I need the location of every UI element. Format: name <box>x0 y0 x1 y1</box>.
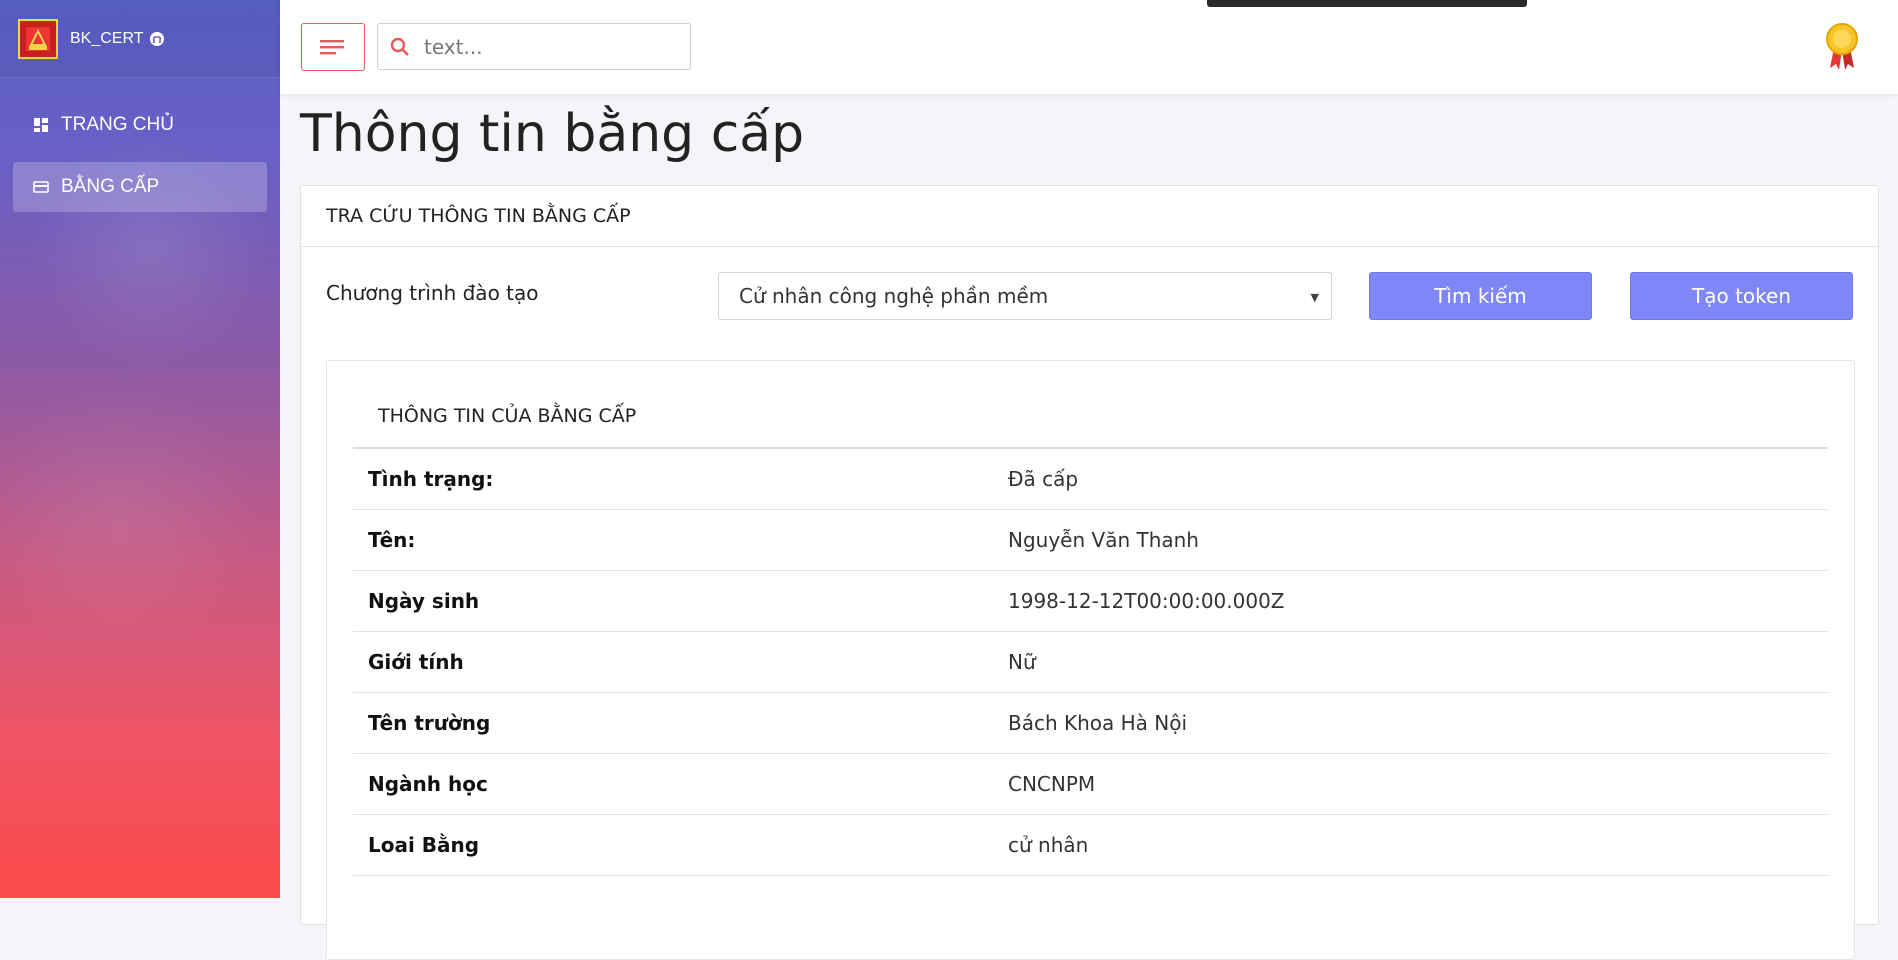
search-icon <box>390 37 409 56</box>
row-value: 1998-12-12T00:00:00.000Z <box>1008 589 1285 613</box>
search-input[interactable] <box>422 33 682 60</box>
row-value: Nữ <box>1008 650 1036 674</box>
dashboard-icon <box>33 117 49 133</box>
caret-down-icon: ▼ <box>1310 291 1319 304</box>
program-label: Chương trình đào tạo <box>326 281 539 305</box>
table-row: Tên trường Bách Khoa Hà Nội <box>353 693 1828 754</box>
certificate-info-table: Tình trạng: Đã cấp Tên: Nguyễn Văn Thanh… <box>353 447 1828 876</box>
row-value: Đã cấp <box>1008 467 1079 491</box>
row-value: CNCNPM <box>1008 772 1096 796</box>
sidebar-item-home[interactable]: TRANG CHỦ <box>13 100 267 150</box>
brand-name: BK_CERT <box>70 29 144 47</box>
row-value: cử nhân <box>1008 833 1089 857</box>
main-content: Thông tin bằng cấp TRA CỨU THÔNG TIN BẰN… <box>280 94 1898 960</box>
brand-header[interactable]: BK_CERT <box>0 0 280 78</box>
row-key: Ngày sinh <box>368 589 480 613</box>
lookup-card-header: TRA CỨU THÔNG TIN BẰNG CẤP <box>301 186 1878 247</box>
row-key: Ngành học <box>368 772 488 796</box>
table-row: Loai Bằng cử nhân <box>353 815 1828 876</box>
bach-khoa-logo-icon <box>18 18 58 59</box>
row-key: Tên: <box>368 528 416 552</box>
filter-row: Chương trình đào tạo Cử nhân công nghệ p… <box>301 247 1878 342</box>
row-value: Bách Khoa Hà Nội <box>1008 711 1188 735</box>
table-row: Tình trạng: Đã cấp <box>353 449 1828 510</box>
row-key: Giới tính <box>368 650 464 674</box>
create-token-button[interactable]: Tạo token <box>1630 272 1853 320</box>
overlay-strip <box>1207 0 1527 7</box>
row-key: Tình trạng: <box>368 467 494 491</box>
topbar <box>280 0 1898 94</box>
row-value: Nguyễn Văn Thanh <box>1008 528 1199 552</box>
lookup-card: TRA CỨU THÔNG TIN BẰNG CẤP Chương trình … <box>300 185 1879 960</box>
page-title: Thông tin bằng cấp <box>300 104 805 164</box>
search-button[interactable]: Tìm kiếm <box>1369 272 1592 320</box>
table-row: Giới tính Nữ <box>353 632 1828 693</box>
award-medal-icon[interactable] <box>1824 22 1860 72</box>
sidebar-item-certificates[interactable]: BẰNG CẤP <box>13 162 267 212</box>
certificate-info-panel: THÔNG TIN CỦA BẰNG CẤP Tình trạng: Đã cấ… <box>326 360 1855 960</box>
github-icon[interactable] <box>149 31 165 47</box>
menu-toggle-button[interactable] <box>301 23 365 71</box>
sidebar: BK_CERT TRANG CHỦ BẰNG CẤP <box>0 0 280 898</box>
card-icon <box>33 179 49 195</box>
program-select-value: Cử nhân công nghệ phần mềm <box>739 284 1049 308</box>
table-row: Ngày sinh 1998-12-12T00:00:00.000Z <box>353 571 1828 632</box>
sidebar-item-label: BẰNG CẤP <box>61 176 160 197</box>
row-key: Loai Bằng <box>368 833 480 857</box>
search-box <box>377 23 691 70</box>
row-key: Tên trường <box>368 711 491 735</box>
table-row: Tên: Nguyễn Văn Thanh <box>353 510 1828 571</box>
certificate-info-title: THÔNG TIN CỦA BẰNG CẤP <box>378 405 637 427</box>
program-select[interactable]: Cử nhân công nghệ phần mềm ▼ <box>718 272 1332 320</box>
table-row: Ngành học CNCNPM <box>353 754 1828 815</box>
sidebar-item-label: TRANG CHỦ <box>61 114 174 135</box>
menu-icon <box>320 40 344 55</box>
sidebar-nav: TRANG CHỦ BẰNG CẤP <box>0 78 280 212</box>
